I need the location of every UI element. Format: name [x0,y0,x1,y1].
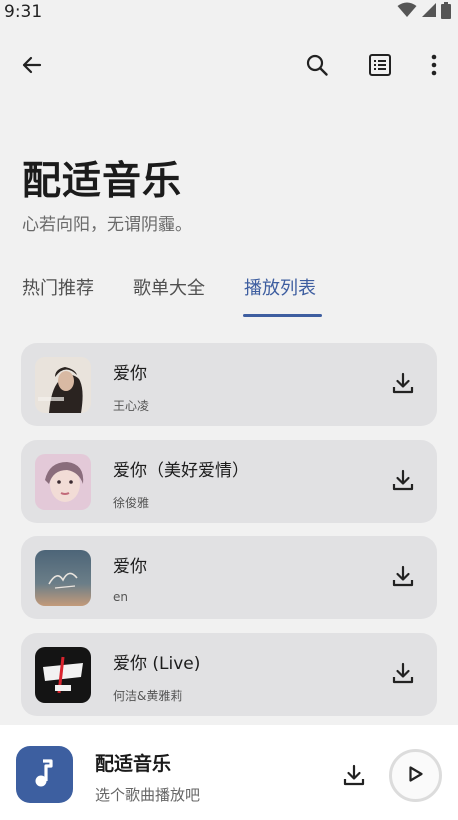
song-title: 爱你 (Live) [113,653,201,674]
cellular-signal-icon [421,2,437,22]
arrow-left-icon [20,53,44,81]
status-icons [397,1,451,23]
player-subtitle: 选个歌曲播放吧 [95,786,201,804]
app-title: 配适音乐 [22,159,183,204]
song-list: 爱你 王心凌 爱你（美好爱情） 徐俊雅 爱你 en 爱你 (Live) 何洁&黄… [21,343,437,729]
album-cover [35,453,91,510]
download-icon [392,469,414,495]
download-button[interactable] [383,462,423,502]
song-list-item[interactable]: 爱你（美好爱情） 徐俊雅 [21,439,437,523]
music-note-icon [32,758,58,792]
tab-bar: 热门推荐 歌单大全 播放列表 [0,270,458,320]
play-icon [408,765,423,786]
battery-icon [441,1,451,23]
song-artist: 徐俊雅 [113,495,150,510]
player-download-button[interactable] [334,757,374,797]
app-subtitle: 心若向阳，无谓阴霾。 [22,215,192,235]
tab-play-list[interactable]: 播放列表 [244,274,316,300]
download-button[interactable] [383,655,423,695]
download-button[interactable] [383,365,423,405]
search-icon [305,53,329,81]
top-toolbar [0,44,458,90]
search-button[interactable] [294,44,340,90]
play-button[interactable] [389,749,442,802]
tab-hot-recommend[interactable]: 热门推荐 [22,274,94,300]
download-icon [392,565,414,591]
album-cover [35,357,91,413]
mini-player[interactable]: 配适音乐 选个歌曲播放吧 [0,725,458,820]
player-artwork [16,746,73,803]
song-title: 爱你（美好爱情） [113,460,249,481]
song-artist: 何洁&黄雅莉 [113,688,183,703]
list-view-button[interactable] [357,44,403,90]
song-list-item[interactable]: 爱你 王心凌 [21,343,437,426]
album-cover [35,646,91,703]
download-icon [392,372,414,398]
download-icon [343,764,365,790]
download-icon [392,662,414,688]
active-tab-indicator [243,314,322,317]
song-artist: en [113,590,128,604]
player-title: 配适音乐 [95,753,172,775]
tab-playlist-collection[interactable]: 歌单大全 [133,274,205,300]
download-button[interactable] [383,558,423,598]
album-cover [35,550,91,606]
wifi-icon [397,2,417,22]
status-time: 9:31 [4,2,43,22]
list-icon [368,53,392,81]
more-options-button[interactable] [411,44,457,90]
song-list-item[interactable]: 爱你 (Live) 何洁&黄雅莉 [21,632,437,716]
song-title: 爱你 [113,364,147,384]
song-title: 爱你 [113,557,147,577]
back-button[interactable] [9,44,55,90]
song-list-item[interactable]: 爱你 en [21,536,437,619]
status-bar: 9:31 [0,0,458,24]
more-vertical-icon [431,54,437,80]
song-artist: 王心凌 [113,399,150,413]
